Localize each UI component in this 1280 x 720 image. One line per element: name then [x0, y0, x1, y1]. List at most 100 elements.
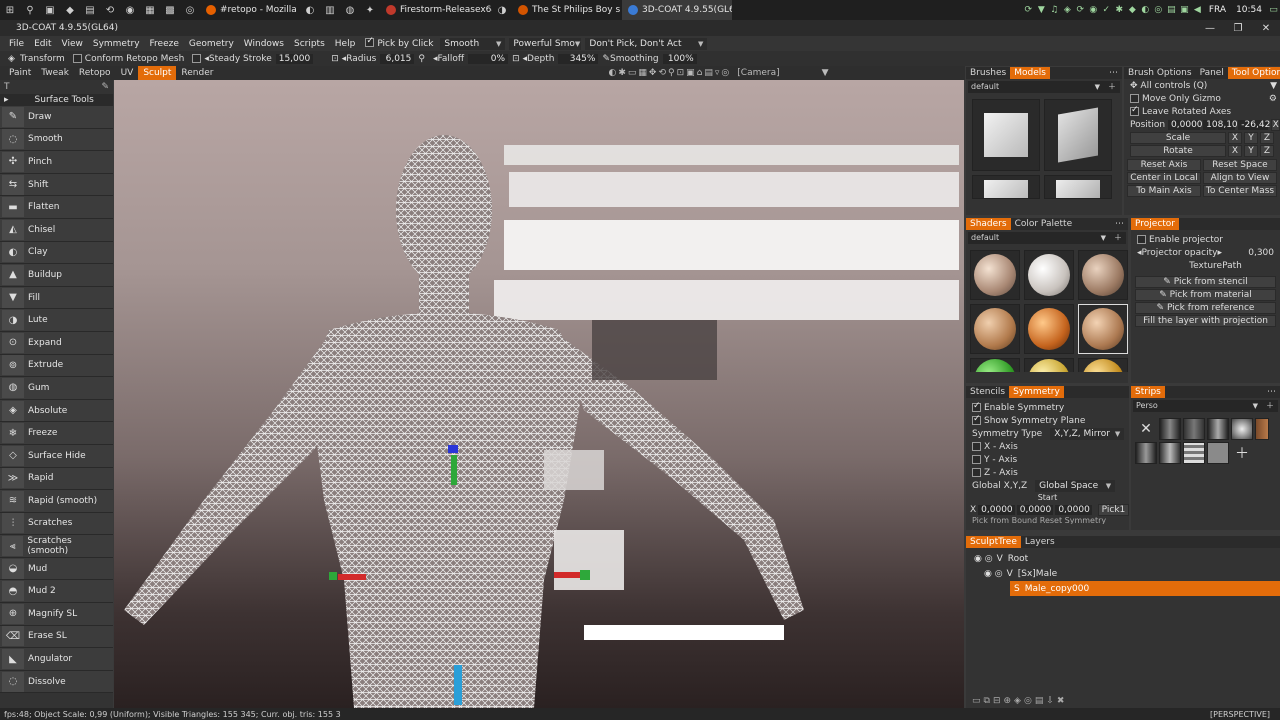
strip-thumbnail[interactable]: [1135, 442, 1157, 464]
pinned-app-icon[interactable]: ▦: [140, 0, 160, 20]
checkbox[interactable]: [365, 36, 375, 47]
menu-freeze[interactable]: Freeze: [145, 39, 184, 49]
tool-pinch[interactable]: ✣ Pinch: [0, 151, 113, 174]
tree-node[interactable]: S Male_copy000: [1010, 581, 1280, 596]
pick-from-material-button[interactable]: ✎ Pick from material: [1135, 289, 1276, 301]
y-axis-toggle[interactable]: Y - Axis: [966, 453, 1129, 466]
home-icon[interactable]: ⌂: [697, 68, 703, 78]
checkbox[interactable]: [972, 401, 981, 412]
rotate-view-icon[interactable]: ⟲: [658, 68, 666, 78]
tab-shaders[interactable]: Shaders: [966, 218, 1011, 230]
pinned-app-icon[interactable]: ▤: [80, 0, 100, 20]
restore-icon[interactable]: ❐: [1224, 23, 1252, 34]
strip-thumbnail[interactable]: [1207, 442, 1229, 464]
tool-fill[interactable]: ▼ Fill: [0, 286, 113, 310]
gear-icon[interactable]: ⚙: [1269, 94, 1280, 104]
projector-opacity-row[interactable]: ◂ Projector opacity ▸ 0,300: [1131, 246, 1280, 259]
tab-brush-options[interactable]: Brush Options: [1124, 67, 1196, 79]
add-icon[interactable]: ＋: [1266, 400, 1274, 412]
camera-dropdown[interactable]: [Camera]: [737, 68, 779, 78]
tool-clay[interactable]: ◐ Clay: [0, 241, 113, 265]
strip-thumbnail[interactable]: [1207, 418, 1229, 440]
move-view-icon[interactable]: ✥: [649, 68, 657, 78]
pick-from-reference-button[interactable]: ✎ Pick from reference: [1135, 302, 1276, 314]
global-space-dropdown[interactable]: Global Space ▼: [1035, 479, 1116, 492]
menu-windows[interactable]: Windows: [239, 39, 289, 49]
reset-axis-button[interactable]: Reset Axis: [1127, 159, 1201, 171]
language-indicator[interactable]: FRA: [1204, 5, 1231, 15]
taskbar-task-3dcoat[interactable]: 3D-COAT 4.9.55(GL64): [622, 0, 732, 20]
close-icon[interactable]: ✕: [1252, 23, 1280, 34]
tray-icon[interactable]: ◐: [1139, 0, 1152, 20]
start-y-field[interactable]: 0,0000: [1016, 504, 1054, 515]
tool-lute[interactable]: ◑ Lute: [0, 309, 113, 332]
tab-uv[interactable]: UV: [116, 66, 139, 80]
fill-layer-projection-button[interactable]: Fill the layer with projection: [1135, 315, 1276, 327]
checkbox[interactable]: [1130, 94, 1139, 103]
depth-control[interactable]: ⊡ ◂ Depth: [508, 54, 558, 64]
radius-search-icon[interactable]: ⚲: [414, 54, 429, 64]
strip-thumbnail[interactable]: [1159, 442, 1181, 464]
menu-geometry[interactable]: Geometry: [184, 39, 239, 49]
tray-icon[interactable]: ▼: [1035, 0, 1048, 20]
clear-strip-icon[interactable]: ✕: [1135, 418, 1157, 440]
enable-symmetry-toggle[interactable]: Enable Symmetry: [966, 401, 1129, 414]
tab-paint[interactable]: Paint: [4, 66, 36, 80]
tray-icon[interactable]: ◆: [1126, 0, 1139, 20]
tab-sculpt[interactable]: Sculpt: [138, 66, 177, 80]
checkbox[interactable]: [72, 54, 82, 63]
tool-angulator[interactable]: ◣ Angulator: [0, 648, 113, 671]
model-thumbnail[interactable]: [972, 175, 1040, 199]
conform-retopo-toggle[interactable]: Conform Retopo Mesh: [69, 54, 189, 64]
volume-icon[interactable]: ◀: [1191, 0, 1204, 20]
shading-icon[interactable]: ◐: [608, 68, 616, 78]
pinned-app-icon[interactable]: ▩: [160, 0, 180, 20]
brush-icon[interactable]: ✎: [101, 82, 109, 92]
shaders-preset-dropdown[interactable]: default ▼ ＋: [968, 232, 1126, 244]
checkbox[interactable]: [972, 414, 981, 425]
tab-sculpt-tree[interactable]: SculptTree: [966, 536, 1021, 548]
symmetry-cut-row[interactable]: Pick from Bound Reset Symmetry: [966, 516, 1129, 524]
pinned-app-icon[interactable]: ◆: [60, 0, 80, 20]
surface-tools-header[interactable]: ▸ Surface Tools: [0, 94, 113, 106]
pinned-app-icon[interactable]: ◐: [300, 0, 320, 20]
pick-action-dropdown[interactable]: Don't Pick, Don't Act ▼: [585, 37, 708, 50]
scale-button[interactable]: Scale: [1130, 131, 1226, 144]
checkbox[interactable]: [972, 455, 981, 464]
pick-by-click-toggle[interactable]: Pick by Click: [360, 36, 438, 49]
rotate-button[interactable]: Rotate: [1130, 144, 1226, 157]
clone-icon[interactable]: ⧉: [984, 696, 990, 706]
pinned-app-icon[interactable]: ⟲: [100, 0, 120, 20]
tab-retopo[interactable]: Retopo: [74, 66, 116, 80]
delete-icon[interactable]: ✖: [1057, 696, 1065, 706]
fit-icon[interactable]: ⊡: [677, 68, 685, 78]
model-thumbnail[interactable]: [972, 99, 1040, 171]
scale-y-button[interactable]: Y: [1244, 131, 1258, 144]
rotate-x-button[interactable]: X: [1228, 144, 1242, 157]
tab-symmetry[interactable]: Symmetry: [1009, 386, 1064, 398]
tool-chisel[interactable]: ◭ Chisel: [0, 218, 113, 242]
start-z-field[interactable]: 0,0000: [1055, 504, 1092, 515]
transform-toggle[interactable]: ◈ Transform: [4, 54, 69, 65]
shader-thumbnail[interactable]: [1078, 250, 1128, 300]
tool-scratches[interactable]: ⫶ Scratches: [0, 512, 113, 536]
menu-file[interactable]: File: [4, 39, 29, 49]
taskbar-task-document[interactable]: The St Philips Boy s C...: [512, 0, 622, 20]
shader-thumbnail[interactable]: [1024, 358, 1074, 372]
tray-icon[interactable]: ⟳: [1022, 0, 1035, 20]
depth-field[interactable]: 345%: [558, 53, 599, 64]
grid-icon[interactable]: ▦: [638, 68, 647, 78]
merge-icon[interactable]: ⊕: [1004, 696, 1012, 706]
position-y-field[interactable]: 108,10: [1203, 119, 1238, 130]
notifications-icon[interactable]: ▭: [1267, 0, 1280, 20]
shader-thumbnail[interactable]: [1078, 358, 1128, 372]
clock[interactable]: 10:54: [1231, 5, 1267, 15]
camera-icon[interactable]: ◎: [721, 68, 729, 78]
tool-flatten[interactable]: ▬ Flatten: [0, 196, 113, 219]
tray-icon[interactable]: ◎: [1152, 0, 1165, 20]
smoothing-control[interactable]: ✎ Smoothing: [598, 54, 662, 64]
tool-absolute[interactable]: ◈ Absolute: [0, 399, 113, 423]
pinned-app-icon[interactable]: ◎: [180, 0, 200, 20]
enable-projector-toggle[interactable]: Enable projector: [1131, 233, 1280, 246]
strip-thumbnail[interactable]: [1231, 418, 1253, 440]
